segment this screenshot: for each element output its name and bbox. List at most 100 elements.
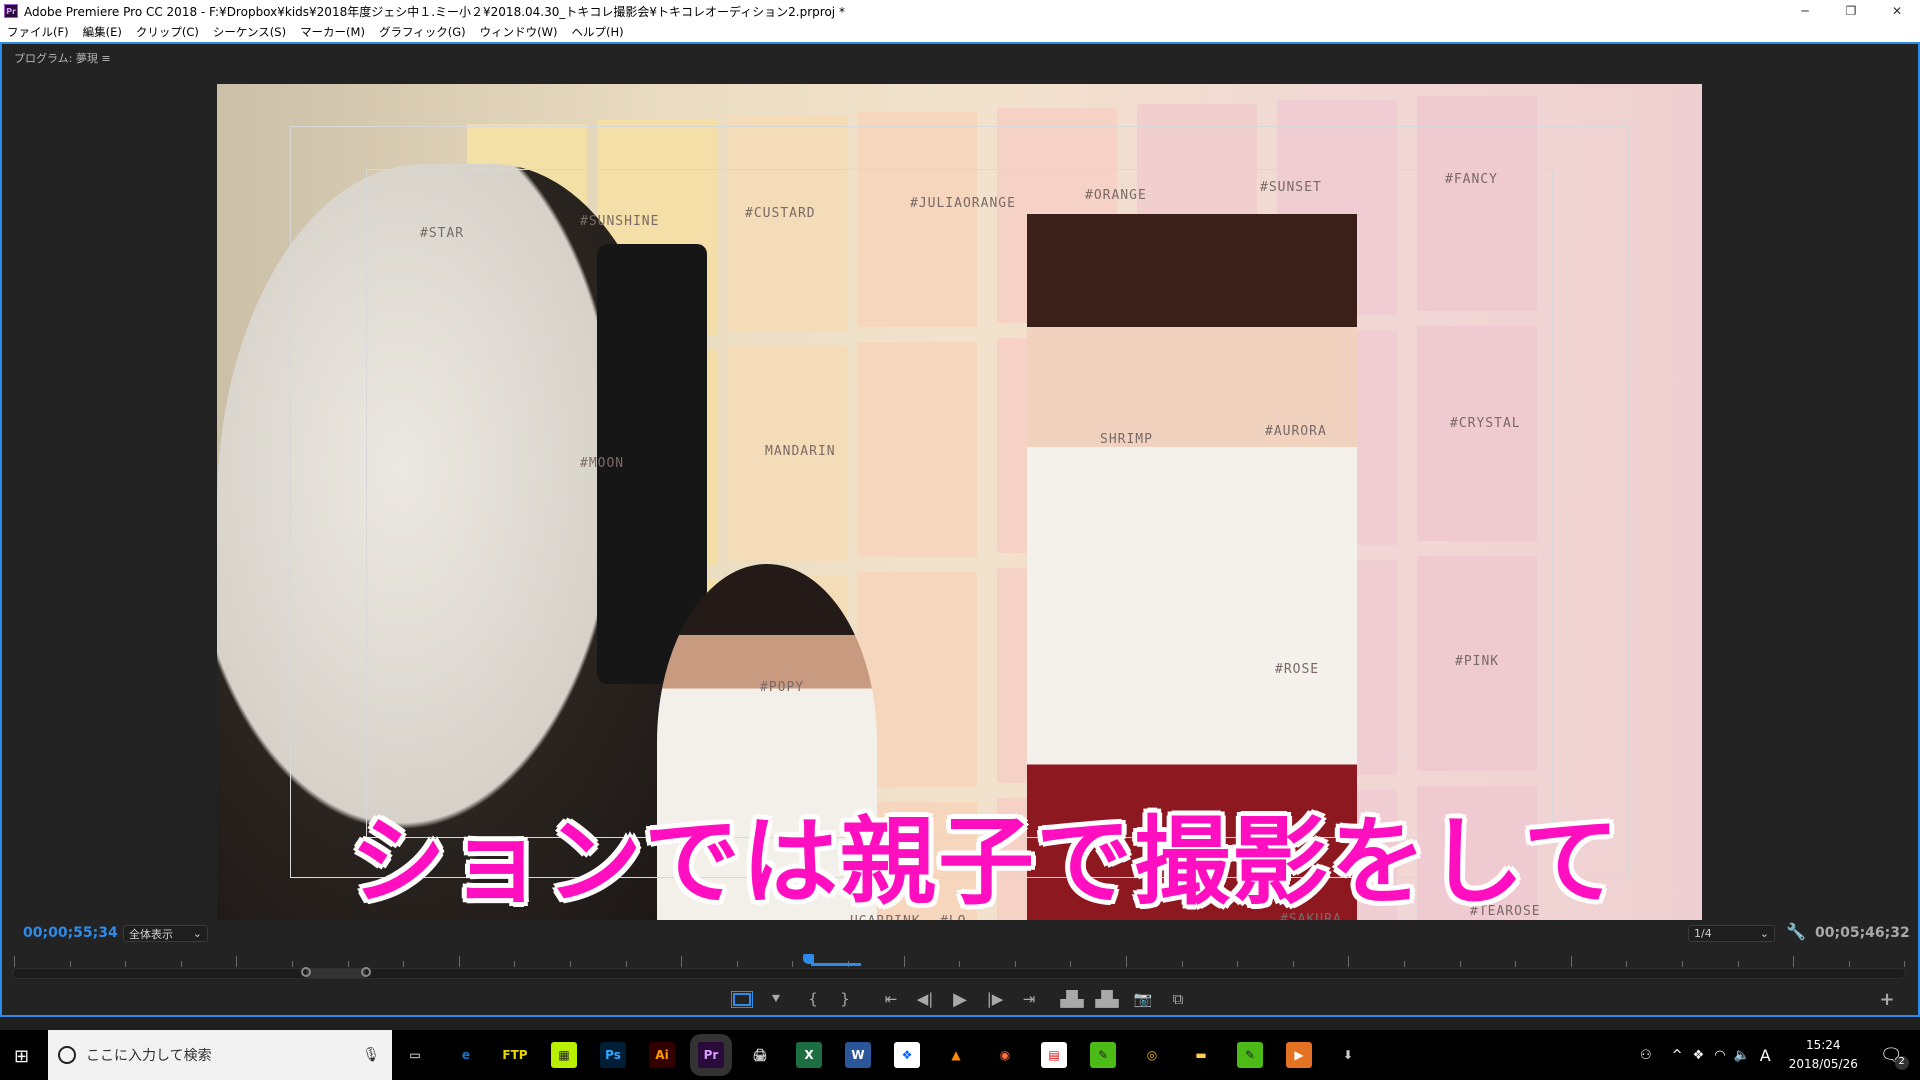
taskbar-app-installer-icon[interactable]: ⬇ [1335,1042,1361,1068]
panel-title: プログラム: 夢現 [14,52,98,65]
action-center-notification-icon[interactable]: 🗨 2 [1880,1045,1909,1070]
comparison-view-button[interactable]: ⧉ [1167,988,1189,1010]
start-button-windows-icon[interactable]: ⊞ [14,1046,29,1067]
ime-indicator[interactable]: A [1760,1046,1771,1065]
close-button[interactable]: ✕ [1874,0,1920,22]
ruler-tick [1404,961,1405,967]
taskbar-app-illustrator-icon[interactable]: Ai [649,1042,675,1068]
taskbar-app-app-green-icon[interactable]: ▦ [551,1042,577,1068]
menu-file[interactable]: ファイル(F) [7,24,69,40]
ruler-tick [1570,956,1572,967]
cortana-circle-icon [58,1046,76,1064]
step-back-button[interactable]: ◀| [914,988,936,1010]
program-video-frame[interactable]: #STAR #SUNSHINE #CUSTARD #JULIAORANGE #ORANG… [217,84,1702,920]
ruler-tick [1793,956,1795,967]
menu-graphics[interactable]: グラフィック(G) [379,24,466,40]
taskbar-app-explorer-icon[interactable]: ▬ [1188,1042,1214,1068]
chevron-down-icon: ⌄ [192,927,202,940]
notification-count-badge: 2 [1894,1055,1909,1070]
add-marker-button[interactable]: ⯆ [765,988,787,1010]
ruler-tick [792,961,794,967]
go-to-out-button[interactable]: ⇥ [1018,988,1040,1010]
taskbar-app-ffftp-icon[interactable]: FTP [502,1042,528,1068]
resolution-value: 1/4 [1694,927,1712,940]
zoom-level-value: 全体表示 [129,927,173,941]
volume-icon[interactable]: 🔈 [1734,1048,1750,1063]
taskbar-app-firefox-icon[interactable]: ◉ [992,1042,1018,1068]
taskbar-app-edge-icon[interactable]: e [453,1042,479,1068]
menu-window[interactable]: ウィンドウ(W) [480,24,558,40]
ruler-tick [1292,961,1294,967]
mark-in-button[interactable]: { [802,988,824,1010]
panel-menu-icon[interactable]: ≡ [101,52,110,65]
taskbar-app-chrome-icon[interactable]: ◎ [1139,1042,1165,1068]
zoom-scrollbar[interactable] [12,968,1906,979]
ruler-tick [1737,961,1739,967]
ruler-tick [681,956,683,967]
ruler-tick [1237,961,1239,967]
scrollbar-thumb[interactable] [306,969,366,978]
ruler-tick [1126,956,1127,967]
taskbar-app-excel-icon[interactable]: X [796,1042,822,1068]
current-timecode[interactable]: 00;00;55;34 [23,925,118,941]
taskbar-app-app-paint-icon[interactable]: ▤ [1041,1042,1067,1068]
task-view-icon[interactable]: ▭ [402,1042,428,1068]
taskbar-app-photoshop-icon[interactable]: Ps [600,1042,626,1068]
taskbar-search-box[interactable]: ここに入力して検索 🎙 [48,1030,392,1080]
menu-sequence[interactable]: シーケンス(S) [213,24,286,40]
transport-controls: ⯆ { } ⇤ ◀| ▶ |▶ ⇥ ▟▙ ▟▙ 📷 ⧉ + [0,988,1920,1010]
title-bar: Pr Adobe Premiere Pro CC 2018 - F:¥Dropb… [0,0,1920,22]
menu-marker[interactable]: マーカー(M) [300,24,365,40]
window-title: Adobe Premiere Pro CC 2018 - F:¥Dropbox¥… [24,4,845,19]
playback-resolution-dropdown[interactable]: 1/4 ⌄ [1688,925,1775,942]
safe-margins-button[interactable] [731,988,753,1010]
taskbar-app-dropbox-icon[interactable]: ❖ [894,1042,920,1068]
scrollbar-left-handle[interactable] [301,967,311,977]
microphone-icon[interactable]: 🎙 [362,1047,380,1063]
ruler-tick [903,956,905,967]
extract-button[interactable]: ▟▙ [1095,988,1118,1010]
wrench-icon[interactable]: 🔧 [1786,922,1806,941]
step-forward-button[interactable]: |▶ [984,988,1006,1010]
add-button-plus-icon[interactable]: + [1876,988,1898,1010]
taskbar-app-media-player-icon[interactable]: ▶ [1286,1042,1312,1068]
ruler-tick [347,961,349,967]
subtitle-caption: ションでは親子で撮影をして [350,806,1622,918]
lift-button[interactable]: ▟▙ [1060,988,1083,1010]
ruler-tick [1348,956,1350,967]
search-placeholder: ここに入力して検索 [86,1048,212,1064]
taskbar-app-evernote2-icon[interactable]: ✎ [1237,1042,1263,1068]
clock[interactable]: 15:24 2018/05/26 [1789,1036,1858,1074]
ruler-tick [1459,961,1461,967]
ruler-tick [1515,961,1517,967]
menu-clip[interactable]: クリップ(C) [136,24,199,40]
ruler-tick [625,961,627,967]
mark-out-button[interactable]: } [834,988,856,1010]
menu-help[interactable]: ヘルプ(H) [571,24,623,40]
duration-timecode: 00;05;46;32 [1815,925,1910,941]
taskbar-app-word-icon[interactable]: W [845,1042,871,1068]
taskbar-app-vlc-icon[interactable]: ▲ [943,1042,969,1068]
export-frame-camera-icon[interactable]: 📷 [1132,988,1154,1010]
go-to-in-button[interactable]: ⇤ [880,988,902,1010]
restore-button[interactable]: ❐ [1828,0,1874,22]
scrollbar-right-handle[interactable] [361,967,371,977]
wifi-icon[interactable]: ◠ [1714,1048,1725,1063]
ruler-tick [180,961,182,967]
ruler-tick [292,961,293,967]
chevron-down-icon: ⌄ [1759,927,1769,940]
clock-date: 2018/05/26 [1788,1057,1858,1071]
ruler-tick [514,961,516,967]
menu-edit[interactable]: 編集(E) [83,24,122,40]
panel-tab[interactable]: プログラム: 夢現 ≡ [14,50,111,66]
taskbar-app-evernote-icon[interactable]: ✎ [1090,1042,1116,1068]
taskbar-app-app-printer-icon[interactable]: 🖨 [747,1042,773,1068]
show-hidden-icons-chevron-up-icon[interactable]: ^ [1672,1048,1683,1063]
dropbox-tray-icon[interactable]: ❖ [1693,1048,1705,1063]
zoom-level-dropdown[interactable]: 全体表示 ⌄ [123,925,208,942]
people-icon[interactable]: ⚇ [1640,1048,1652,1063]
minimize-button[interactable]: ─ [1782,0,1828,22]
play-button[interactable]: ▶ [949,988,971,1010]
time-ruler[interactable] [14,955,1906,967]
taskbar-app-premiere-icon[interactable]: Pr [690,1034,732,1076]
